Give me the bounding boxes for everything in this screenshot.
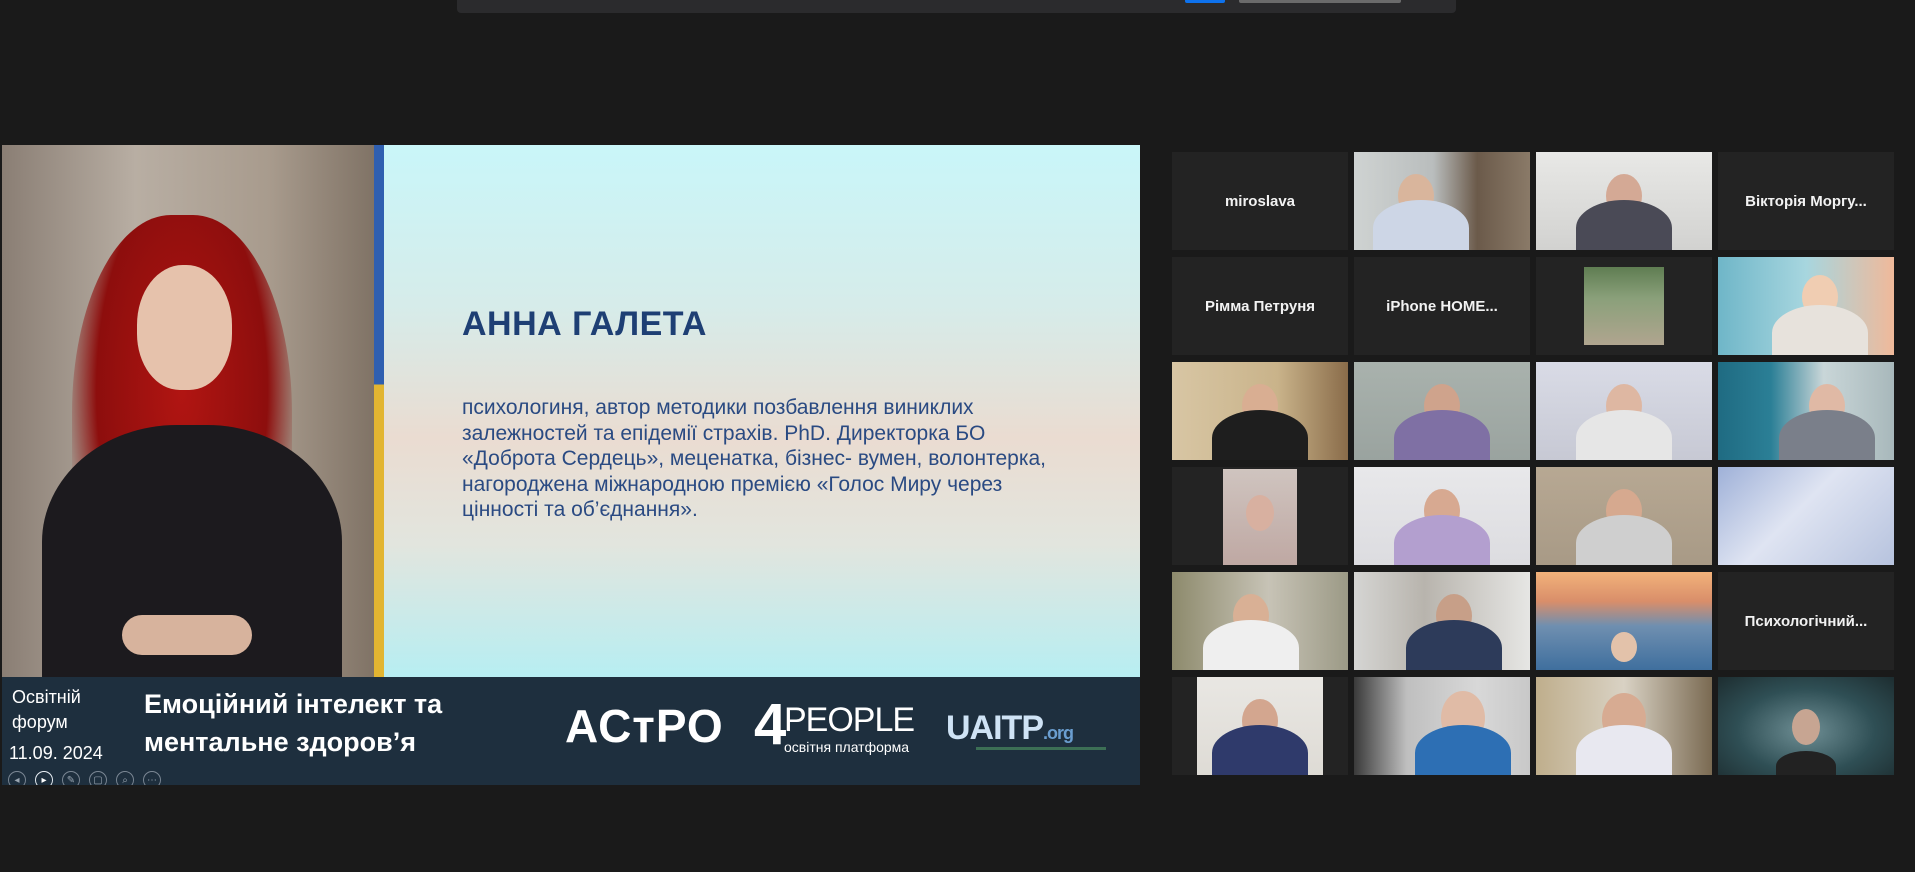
speaker-name: АННА ГАЛЕТА [462,305,707,343]
shared-screen: АННА ГАЛЕТА психологиня, автор методики … [2,145,1140,785]
participant-tile[interactable] [1354,677,1530,775]
participant-name: iPhone HOME... [1386,297,1498,315]
participant-tile[interactable] [1354,152,1530,250]
forum-label: Освітній форум [12,687,81,732]
participant-name: miroslava [1224,192,1296,210]
next-icon[interactable]: ▸ [35,771,53,785]
participant-tile[interactable] [1718,677,1894,775]
uaitp-logo: UAITP.org [946,709,1106,750]
participant-tile[interactable] [1718,362,1894,460]
zoom-icon[interactable]: ⌕ [116,771,134,785]
participant-tile[interactable] [1354,362,1530,460]
participant-tile[interactable] [1172,572,1348,670]
participant-tile[interactable] [1536,152,1712,250]
slideshow-controls: ◂ ▸ ✎ ▢ ⌕ ⋯ [8,771,161,785]
meeting-top-toolbar [457,0,1456,13]
event-banner: Освітній форум 11.09. 2024 Емоційний інт… [2,677,1140,785]
participant-name: Рімма Петруня [1204,297,1316,315]
participant-name: Вікторія Моргу... [1745,192,1867,210]
participant-tile[interactable] [1536,362,1712,460]
participant-tile[interactable] [1536,257,1712,355]
participant-tile[interactable] [1536,467,1712,565]
participant-tile-active-speaker[interactable] [1718,257,1894,355]
toolbar-primary-button[interactable] [1185,0,1225,3]
ukraine-flag [374,145,384,677]
astro-logo: АСтРО [565,700,724,752]
participant-tile[interactable]: iPhone HOME... [1354,257,1530,355]
participant-tile[interactable] [1536,572,1712,670]
speaker-photo [2,145,384,677]
participant-tile[interactable] [1354,572,1530,670]
presentation-slide: АННА ГАЛЕТА психологиня, автор методики … [384,145,1140,677]
more-icon[interactable]: ⋯ [143,771,161,785]
speaker-bio: психологиня, автор методики позбавлення … [462,396,1047,521]
event-date: 11.09. 2024 [9,743,103,763]
copy-icon[interactable]: ▢ [89,771,107,785]
toolbar-secondary-button[interactable] [1239,0,1401,3]
event-title: Емоційний інтелект та ментальне здоров’я [144,689,443,757]
participant-tile[interactable]: Психологічний... [1718,572,1894,670]
participant-tile[interactable]: miroslava [1172,152,1348,250]
participant-tile[interactable] [1718,467,1894,565]
participant-video [1584,267,1664,345]
participant-tile[interactable] [1354,467,1530,565]
participant-tile[interactable] [1172,362,1348,460]
participant-name: Психологічний... [1744,612,1868,630]
prev-icon[interactable]: ◂ [8,771,26,785]
participant-tile[interactable]: Вікторія Моргу... [1718,152,1894,250]
participant-tile[interactable] [1536,677,1712,775]
participant-tile[interactable] [1172,677,1348,775]
participant-video [1718,467,1894,565]
pen-icon[interactable]: ✎ [62,771,80,785]
participant-tile[interactable]: Рімма Петруня [1172,257,1348,355]
participant-tile[interactable] [1172,467,1348,565]
